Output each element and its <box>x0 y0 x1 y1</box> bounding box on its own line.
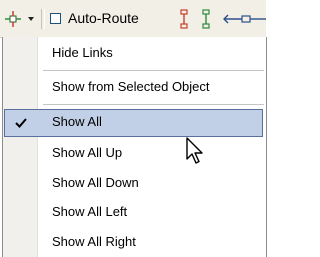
show-links-menu: Hide Links Show from Selected Object Sho… <box>2 37 267 257</box>
chevron-down-icon <box>28 17 34 21</box>
menu-item-show-all-up[interactable]: Show All Up <box>3 139 266 168</box>
vertical-link-button[interactable] <box>175 9 193 29</box>
link-mode-button[interactable] <box>2 9 24 29</box>
toolbar: Auto-Route <box>0 0 266 38</box>
menu-item-show-from-selected-object[interactable]: Show from Selected Object <box>3 73 266 102</box>
menu-item-show-all-right[interactable]: Show All Right <box>3 228 266 257</box>
link-mode-icon <box>5 11 21 27</box>
menu-item-label: Show from Selected Object <box>52 79 210 94</box>
menu-separator <box>43 104 264 105</box>
menu-item-label: Hide Links <box>52 45 113 60</box>
auto-route-label[interactable]: Auto-Route <box>68 10 139 26</box>
menu-item-label: Show All <box>52 114 102 129</box>
toolbar-separator <box>41 9 45 29</box>
menu-item-label: Show All Left <box>52 204 128 219</box>
checkmark-icon <box>15 118 27 128</box>
menu-separator <box>43 70 264 71</box>
vertical-link-alt-icon <box>202 9 210 29</box>
menu-item-highlight <box>4 109 263 137</box>
mouse-pointer-icon <box>186 137 203 164</box>
link-mode-dropdown-button[interactable] <box>25 10 37 28</box>
menu-item-show-all-down[interactable]: Show All Down <box>3 169 266 198</box>
menu-item-label: Show All Right <box>52 234 136 249</box>
vertical-link-alt-button[interactable] <box>197 9 215 29</box>
menu-item-label: Show All Up <box>52 145 123 160</box>
auto-route-checkbox[interactable] <box>50 13 61 24</box>
horizontal-link-button[interactable] <box>222 9 266 29</box>
menu-item-hide-links[interactable]: Hide Links <box>3 39 266 68</box>
vertical-link-icon <box>180 9 188 29</box>
menu-item-show-all-left[interactable]: Show All Left <box>3 198 266 227</box>
horizontal-link-icon <box>223 14 266 24</box>
menu-item-label: Show All Down <box>52 175 139 190</box>
menu-item-show-all[interactable]: Show All <box>3 108 266 137</box>
